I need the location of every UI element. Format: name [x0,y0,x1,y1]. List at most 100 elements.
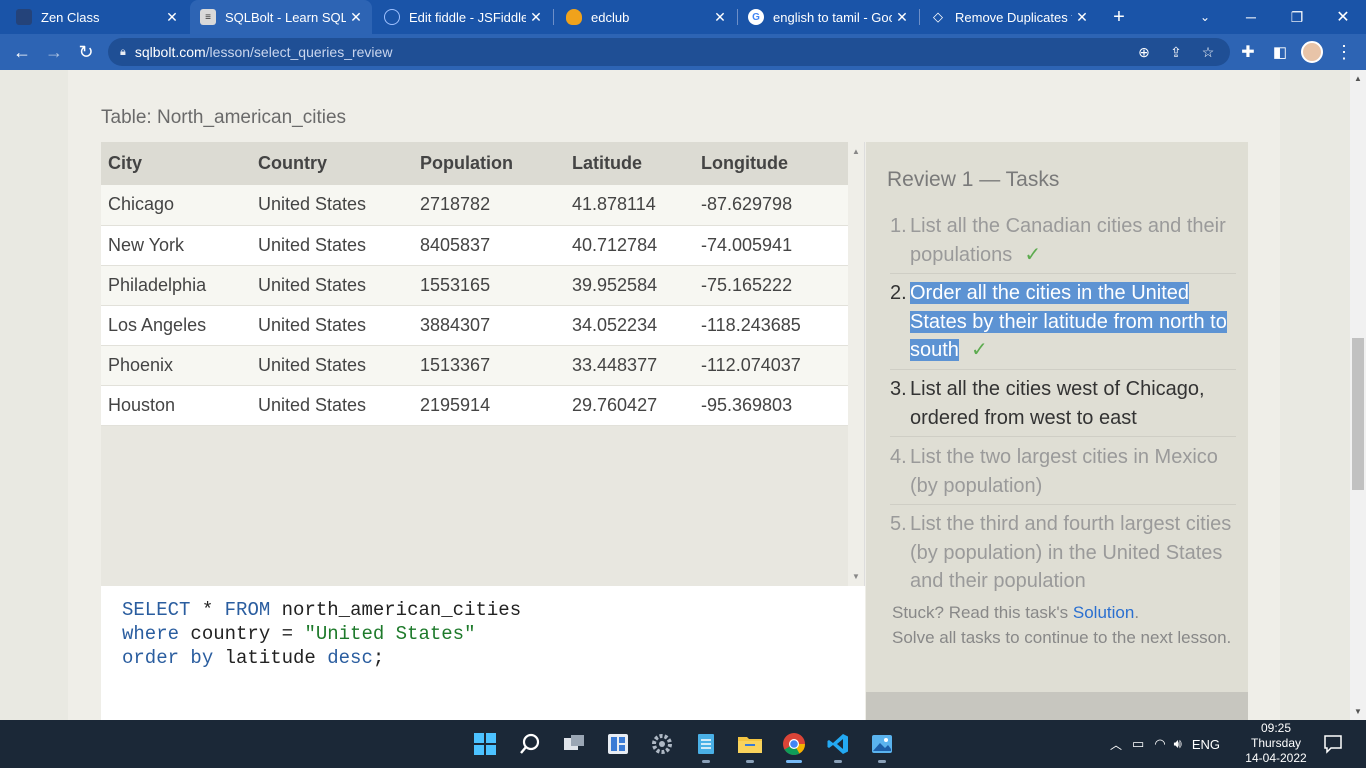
results-table-container: City Country Population Latitude Longitu… [101,142,865,586]
column-header: Longitude [694,142,848,185]
restore-icon[interactable]: ❐ [1274,0,1320,34]
search-icon[interactable] [513,727,547,761]
sql-query-editor[interactable]: SELECT * FROM north_american_cities wher… [101,586,865,720]
volume-icon[interactable]: 🔊︎ [1174,736,1182,752]
scroll-up-icon[interactable]: ▲ [1354,74,1362,83]
close-icon[interactable]: ✕ [346,9,366,26]
scroll-down-icon[interactable]: ▼ [1354,707,1362,716]
table-cell: 3884307 [413,305,565,346]
table-row: Phoenix United States 1513367 33.448377 … [101,345,848,386]
keyword: order by [122,647,214,669]
query-line: where country = "United States" [122,622,865,646]
task-number: 5. [890,513,907,535]
forward-icon[interactable]: → [38,36,70,68]
close-icon[interactable]: ✕ [892,9,912,26]
reload-icon[interactable]: ↻ [70,36,102,68]
task-number: 4. [890,446,907,468]
address-bar[interactable]: 🔒︎ sqlbolt.com/lesson/select_queries_rev… [108,38,1230,66]
side-panel-icon[interactable]: ◧ [1264,36,1296,68]
tab-jsfiddle[interactable]: Edit fiddle - JSFiddle - ✕ [374,0,552,34]
scroll-up-icon[interactable]: ▲ [852,147,860,156]
close-icon[interactable]: ✕ [162,9,182,26]
table-header-row: City Country Population Latitude Longitu… [101,142,848,185]
scroll-down-icon[interactable]: ▼ [852,572,860,581]
remove-duplicates-icon: ◇ [933,9,943,24]
table-cell: Chicago [101,185,251,226]
table-scrollbar[interactable]: ▲ ▼ [848,142,864,586]
profile-avatar[interactable] [1296,36,1328,68]
close-icon[interactable]: ✕ [710,9,730,26]
system-tray: ︿ ▭ ◠ 🔊︎ ENG [1110,720,1220,768]
check-icon: ✓ [1024,243,1042,266]
back-icon[interactable]: ← [6,36,38,68]
task-view-icon[interactable] [557,727,591,761]
table-cell: -95.369803 [694,385,848,426]
minimize-icon[interactable]: ─ [1228,0,1274,34]
clock-date: 14-04-2022 [1245,751,1307,765]
close-icon[interactable]: ✕ [1072,9,1092,26]
url-host: sqlbolt.com [134,44,206,60]
jsfiddle-icon [384,9,400,25]
close-window-icon[interactable]: ✕ [1320,0,1366,34]
task-item-selected: 2. Order all the cities in the United St… [890,279,1236,370]
notepad-icon[interactable] [689,727,723,763]
table-cell: 40.712784 [565,225,694,266]
column-header: Country [251,142,413,185]
table-cell: 2195914 [413,385,565,426]
settings-gear-icon[interactable] [645,727,679,761]
table-cell: 39.952584 [565,265,694,306]
tab-sqlbolt[interactable]: ≡ SQLBolt - Learn SQL - ✕ [190,0,372,34]
share-icon[interactable]: ⇪ [1164,40,1188,64]
chrome-icon[interactable] [777,727,811,763]
results-table: City Country Population Latitude Longitu… [101,142,848,426]
notification-icon[interactable] [1316,727,1350,761]
table-cell: Houston [101,385,251,426]
review-tasks-panel: Review 1 — Tasks 1. List all the Canadia… [866,142,1248,692]
table-cell: Philadelphia [101,265,251,306]
keyword: where [122,623,180,645]
tab-remove-duplicates[interactable]: ◇ Remove Duplicates fro ✕ [920,0,1098,34]
clock-time: 09:25 [1260,721,1292,735]
table-cell: 1513367 [413,345,565,386]
bookmark-star-icon[interactable]: ☆ [1196,40,1220,64]
chevron-up-icon[interactable]: ︿ [1110,736,1122,753]
battery-icon[interactable]: ▭ [1132,736,1144,752]
page-scrollbar[interactable]: ▲ ▼ [1350,70,1366,720]
solution-link[interactable]: Solution [1073,603,1134,622]
table-cell: New York [101,225,251,266]
table-cell: 41.878114 [565,185,694,226]
tab-zen-class[interactable]: Zen Class ✕ [6,0,188,34]
windows-start-icon[interactable] [468,727,502,761]
table-cell: -112.074037 [694,345,848,386]
lock-icon: 🔒︎ [120,45,126,58]
tab-google-translate[interactable]: G english to tamil - Goo ✕ [738,0,918,34]
language-indicator[interactable]: ENG [1192,737,1220,752]
zoom-icon[interactable]: ⊕ [1132,40,1156,64]
table-row: Los Angeles United States 3884307 34.052… [101,305,848,346]
tab-search-icon[interactable]: ⌄ [1182,0,1228,34]
vscode-icon[interactable] [821,727,855,763]
widgets-icon[interactable] [601,727,635,761]
table-cell: Los Angeles [101,305,251,346]
scrollbar-thumb[interactable] [1352,338,1364,490]
extensions-icon[interactable]: ✚ [1232,36,1264,68]
close-icon[interactable]: ✕ [526,9,546,26]
file-explorer-icon[interactable] [733,727,767,763]
tab-edclub[interactable]: edclub ✕ [556,0,736,34]
table-cell: 2718782 [413,185,565,226]
photos-icon[interactable] [865,727,899,763]
tasks-footer [866,692,1248,720]
running-indicator [786,760,802,763]
task-text: List all the cities west of Chicago, ord… [910,378,1205,429]
menu-icon[interactable]: ⋮ [1328,36,1360,68]
tab-title: edclub [591,9,630,25]
table-cell: 33.448377 [565,345,694,386]
clock[interactable]: 09:25 Thursday 14-04-2022 [1244,721,1308,766]
table-row: Houston United States 2195914 29.760427 … [101,385,848,426]
tab-separator [553,9,554,25]
zen-icon [16,9,32,25]
keyword: SELECT [122,599,191,621]
wifi-icon[interactable]: ◠ [1154,736,1165,752]
new-tab-button[interactable]: + [1096,0,1142,34]
table-cell: 1553165 [413,265,565,306]
